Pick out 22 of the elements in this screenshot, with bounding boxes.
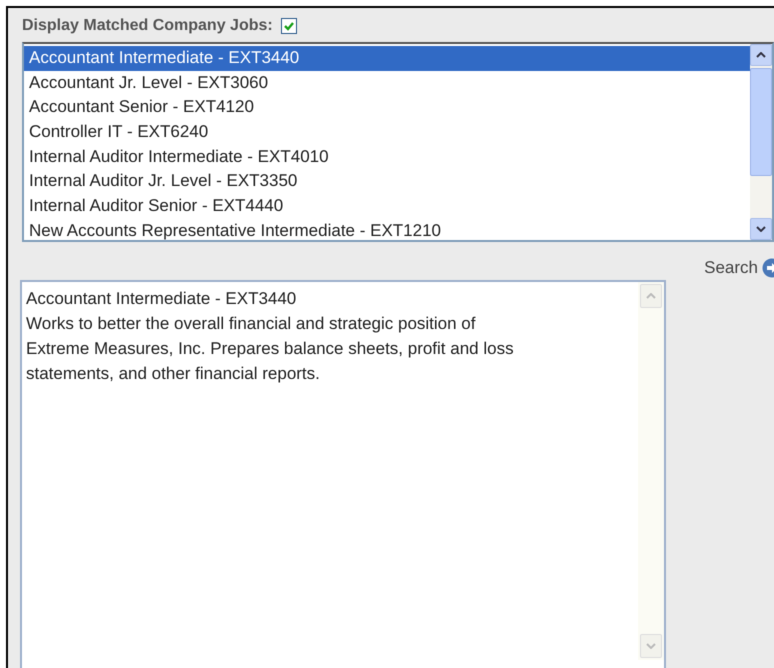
job-list-item[interactable]: Accountant Senior - EXT4120 <box>24 95 750 120</box>
scroll-down-button[interactable] <box>750 218 772 240</box>
job-list-item[interactable]: Accountant Jr. Level - EXT3060 <box>24 70 750 96</box>
chevron-up-icon <box>646 293 656 299</box>
job-list-item[interactable]: Internal Auditor Jr. Level - EXT3350 <box>24 169 750 194</box>
filter-label: Display Matched Company Jobs: <box>22 17 273 35</box>
description-line: Accountant Intermediate - EXT3440 <box>26 288 298 310</box>
scroll-up-button[interactable] <box>750 44 772 66</box>
search-button[interactable]: Search <box>704 256 774 280</box>
chevron-down-icon <box>646 643 656 649</box>
description-line: statements, and other financial reports. <box>26 363 321 385</box>
job-list-item[interactable]: Controller IT - EXT6240 <box>24 120 750 145</box>
scrollbar-thumb[interactable] <box>750 68 772 176</box>
chevron-up-icon <box>756 52 766 58</box>
job-list-item[interactable]: Internal Auditor Senior - EXT4440 <box>24 194 750 219</box>
checkbox[interactable] <box>280 18 297 34</box>
description-line: Extreme Measures, Inc. Prepares balance sheets, profit and loss <box>26 338 515 360</box>
job-list-item[interactable]: New Accounts Representative Intermediate - EXT1210 <box>24 218 750 244</box>
job-list-item[interactable]: Internal Auditor Intermediate - EXT4010 <box>24 144 750 170</box>
job-list-item[interactable]: Accountant Intermediate - EXT3440 <box>24 46 750 71</box>
chevron-down-icon <box>756 226 766 232</box>
description-line: Works to better the overall financial and strategic position of <box>26 313 476 335</box>
